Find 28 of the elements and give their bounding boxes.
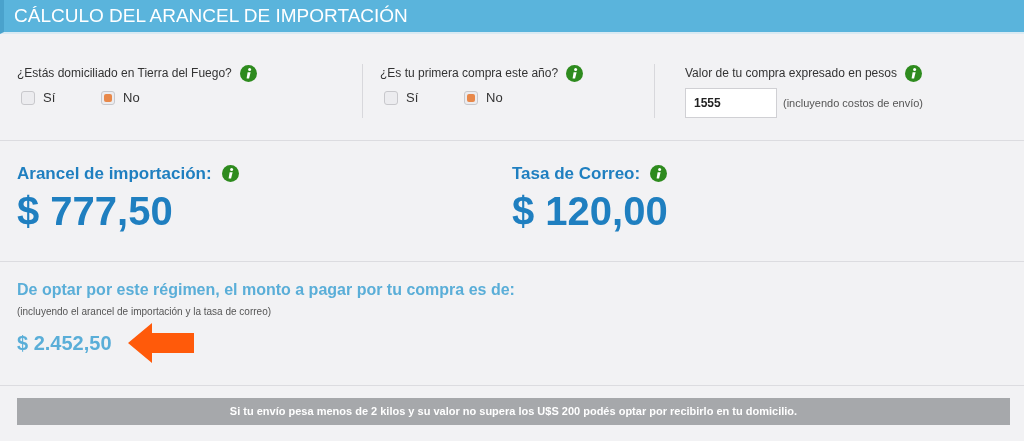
notice-text: Si tu envío pesa menos de 2 kilos y su valor no supera los U$S 200 podés optar por recibirlo en tu domicilio. <box>229 403 798 419</box>
result-amount: $ 120,00 <box>512 187 669 235</box>
info-icon[interactable] <box>650 165 668 183</box>
option-label: No <box>486 89 503 107</box>
result-label: Arancel de importación: <box>17 163 212 185</box>
result-label: Tasa de Correo: <box>512 163 641 185</box>
radio-button[interactable] <box>101 90 115 105</box>
option-label: Sí <box>43 89 56 107</box>
option-label: No <box>123 89 140 107</box>
total-heading: De optar por este régimen, el monto a pagar por tu compra es de: <box>17 279 516 300</box>
field-note: (incluyendo costos de envío) <box>783 95 924 111</box>
total-note: (incluyendo el arancel de importación y la tasa de correo) <box>17 304 273 319</box>
question-label: ¿Es tu primera compra este año? <box>380 65 559 82</box>
info-icon[interactable] <box>904 64 922 82</box>
result-amount: $ 777,50 <box>17 187 174 235</box>
radio-button[interactable] <box>384 90 398 105</box>
radio-button[interactable] <box>21 90 35 105</box>
radio-button[interactable] <box>464 90 478 105</box>
field-label: Valor de tu compra expresado en pesos <box>685 65 897 82</box>
info-icon[interactable] <box>239 64 257 82</box>
arrow-icon <box>127 322 194 363</box>
page-title: CÁLCULO DEL ARANCEL DE IMPORTACIÓN <box>14 3 408 28</box>
option-label: Sí <box>406 89 419 107</box>
question-label: ¿Estás domiciliado en Tierra del Fuego? <box>17 65 232 82</box>
info-icon[interactable] <box>566 64 584 82</box>
total-amount: $ 2.452,50 <box>17 330 112 356</box>
purchase-value-field[interactable]: 1555 <box>685 88 777 118</box>
info-icon[interactable] <box>221 165 239 183</box>
